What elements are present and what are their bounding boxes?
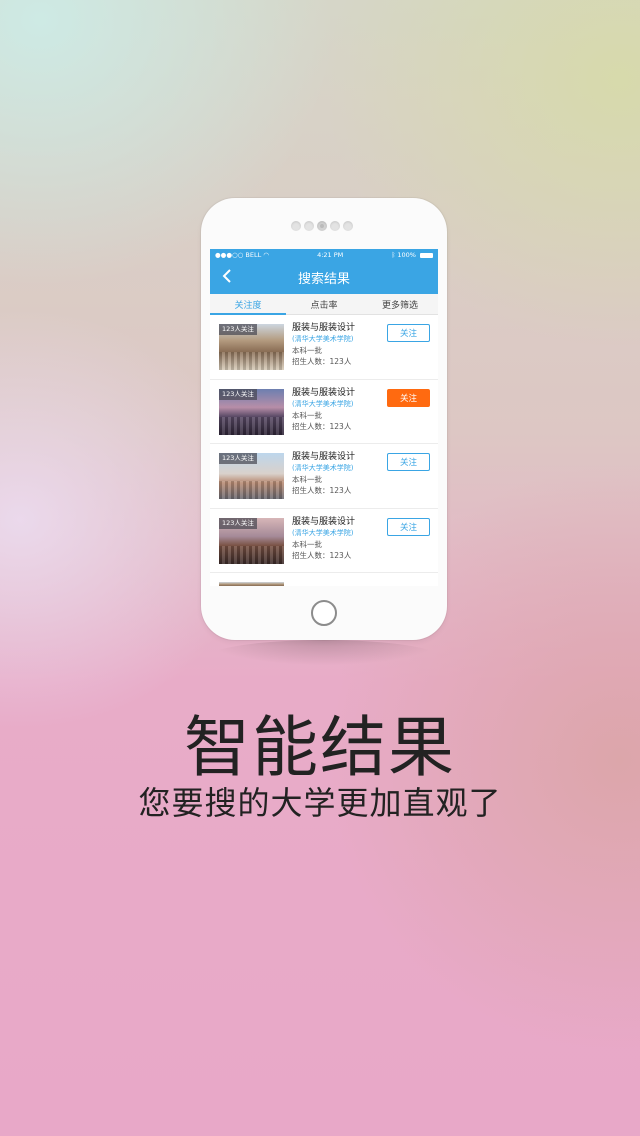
promo-subheadline: 您要搜的大学更加直观了 — [138, 784, 502, 822]
major-name: 服装与服装设计 — [292, 516, 356, 527]
list-item[interactable]: 123人关注 服装与服装设计 (清华大学美术学院) 本科一批 招生人数：123人… — [210, 380, 438, 444]
follower-count-badge: 123人关注 — [219, 517, 257, 529]
promo-headline: 智能结果 — [184, 709, 456, 786]
phone-speaker — [291, 221, 353, 231]
school-name: (清华大学美术学院) — [292, 399, 354, 408]
follow-button[interactable]: 关注 — [387, 388, 430, 407]
list-item[interactable]: 123人关注 服装与服装设计 (清华大学美术学院) 本科一批 招生人数：123人… — [210, 509, 438, 573]
enrollment-count: 招生人数：123人 — [292, 357, 352, 366]
clock-label: 4:21 PM — [317, 251, 344, 259]
enrollment-count: 招生人数：123人 — [292, 486, 352, 495]
follower-count-badge: 123人关注 — [219, 324, 257, 335]
phone-shadow — [207, 640, 441, 676]
list-item[interactable]: 123人关注 服装与服装设计 (清华大学美术学院) 本科一批 招生人数：123人… — [210, 444, 438, 509]
page-title: 搜索结果 — [297, 272, 350, 287]
battery-label: 100% — [397, 251, 416, 259]
result-list: 123人关注 服装与服装设计 (清华大学美术学院) 本科一批 招生人数：123人… — [210, 315, 438, 586]
admission-batch: 本科一批 — [292, 475, 322, 484]
chevron-left-icon[interactable] — [222, 269, 232, 285]
sort-tabs: 关注度 点击率 更多筛选 — [210, 294, 438, 315]
follow-button[interactable]: 关注 — [387, 453, 430, 471]
status-bar: ●●●○○ BELL ◠ 4:21 PM ᛒ 100% — [210, 249, 438, 261]
school-name: (清华大学美术学院) — [292, 464, 354, 472]
follower-count-badge: 123人关注 — [219, 453, 257, 464]
wifi-icon: ◠ — [263, 251, 269, 259]
follow-button[interactable]: 关注 — [387, 324, 430, 342]
follow-button[interactable]: 关注 — [387, 517, 430, 536]
tab-more-filters[interactable]: 更多筛选 — [362, 294, 438, 314]
home-button[interactable] — [311, 600, 337, 626]
major-name: 服装与服装设计 — [292, 387, 356, 398]
enrollment-count: 招生人数：123人 — [292, 421, 352, 431]
admission-batch: 本科一批 — [292, 539, 322, 549]
tab-attention[interactable]: 关注度 — [210, 294, 286, 315]
follower-count-badge: 123人关注 — [219, 388, 257, 400]
list-item[interactable]: 123人关注 服装与服装设计 (清华大学美术学院) 本科一批 招生人数：123人… — [210, 315, 438, 380]
tab-clicks[interactable]: 点击率 — [286, 294, 362, 314]
college-photo: 123人关注 — [219, 453, 284, 499]
nav-bar: 搜索结果 — [210, 261, 438, 294]
major-name: 服装与服装设计 — [292, 323, 356, 333]
list-item-partial[interactable] — [210, 573, 438, 586]
college-photo: 123人关注 — [219, 517, 284, 564]
app-screen: ●●●○○ BELL ◠ 4:21 PM ᛒ 100% 搜索结果 关注度 点击率… — [210, 249, 438, 586]
college-photo: 123人关注 — [219, 324, 284, 370]
school-name: (清华大学美术学院) — [292, 335, 354, 343]
admission-batch: 本科一批 — [292, 410, 322, 420]
bluetooth-icon: ᛒ — [391, 251, 396, 259]
phone-mockup: ●●●○○ BELL ◠ 4:21 PM ᛒ 100% 搜索结果 关注度 点击率… — [201, 198, 447, 640]
battery-icon — [419, 252, 433, 258]
enrollment-count: 招生人数：123人 — [292, 550, 352, 560]
admission-batch: 本科一批 — [292, 346, 322, 355]
school-name: (清华大学美术学院) — [292, 528, 354, 537]
college-photo: 123人关注 — [219, 388, 284, 435]
camera-icon — [317, 221, 327, 231]
carrier-label: ●●●○○ BELL — [215, 251, 262, 259]
major-name: 服装与服装设计 — [292, 452, 356, 462]
college-photo — [219, 582, 284, 586]
